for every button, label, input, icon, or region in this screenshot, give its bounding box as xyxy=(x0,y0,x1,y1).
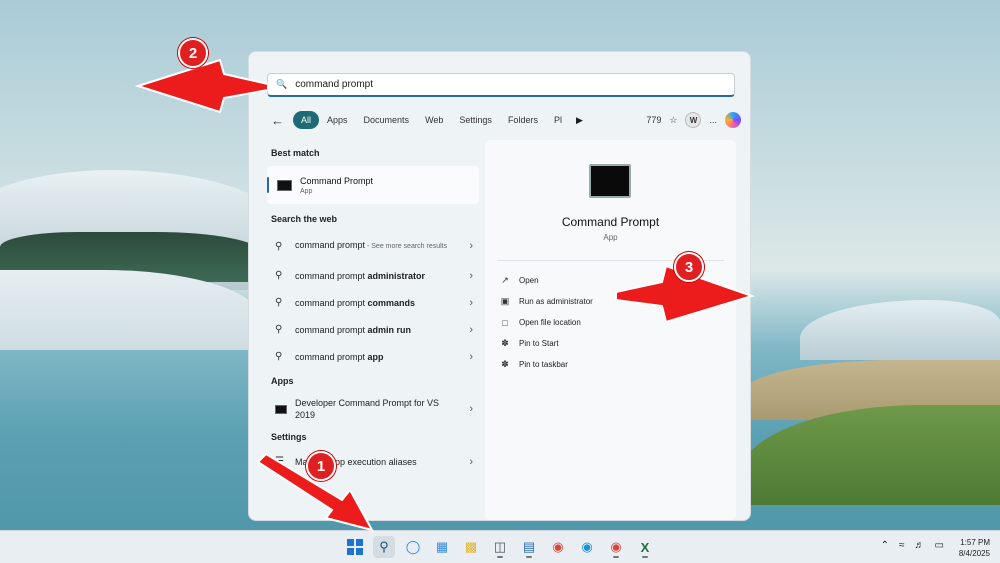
annotation-arrow-2 xyxy=(134,58,269,114)
annotation-arrows xyxy=(134,58,756,532)
annotation-badge-2: 2 xyxy=(178,38,208,68)
annotation-badge-1: 1 xyxy=(306,451,336,481)
annotation-badge-3: 3 xyxy=(674,252,704,282)
